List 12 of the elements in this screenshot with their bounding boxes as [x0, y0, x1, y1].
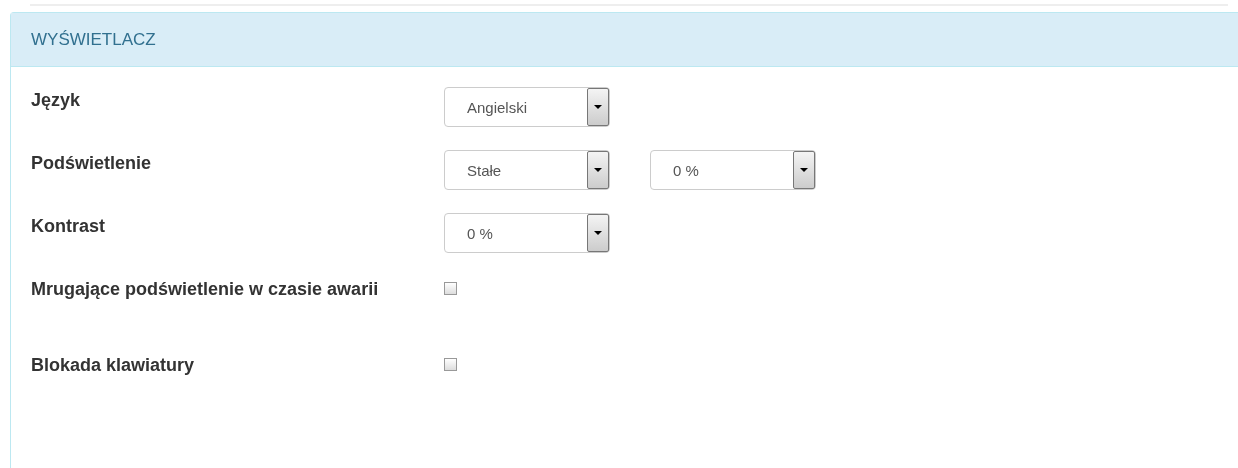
panel-title: WYŚWIETLACZ — [31, 29, 156, 50]
setting-label: Język — [31, 89, 82, 112]
dropdown-select[interactable]: 0 % — [650, 150, 816, 190]
checkbox[interactable] — [444, 358, 457, 371]
setting-label: Podświetlenie — [31, 152, 153, 175]
dropdown-select[interactable]: 0 % — [444, 213, 610, 253]
dropdown-select[interactable]: Angielski — [444, 87, 610, 127]
checkbox[interactable] — [444, 282, 457, 295]
dropdown-select[interactable]: Stałe — [444, 150, 610, 190]
setting-label: Blokada klawiatury — [31, 354, 196, 377]
setting-label: Mrugające podświetlenie w czasie awarii — [31, 278, 380, 301]
setting-label: Kontrast — [31, 215, 106, 238]
